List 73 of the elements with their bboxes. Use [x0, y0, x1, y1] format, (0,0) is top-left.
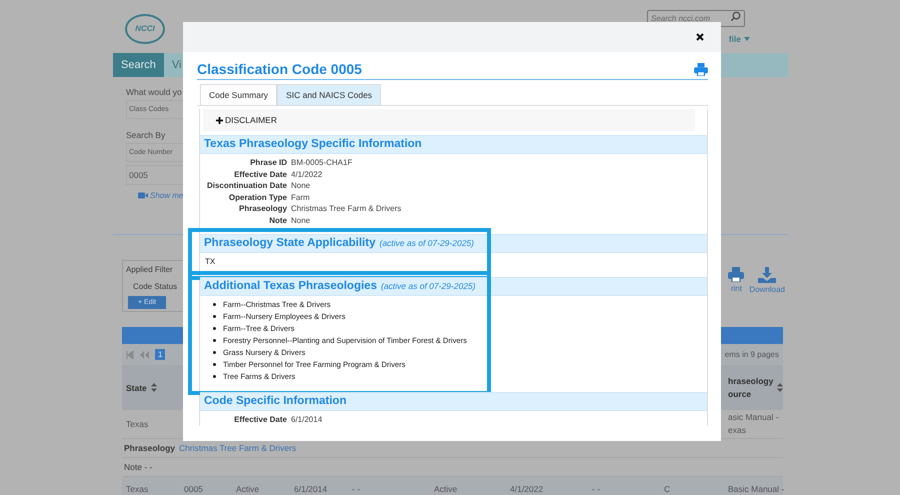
- field-label: Phrase ID: [249, 158, 287, 167]
- table-cell-text: 6/1/2014: [293, 484, 328, 494]
- field-label: Effective Date: [233, 170, 287, 178]
- disclaimer-bar[interactable]: DISCLAIMER: [203, 109, 695, 131]
- state-code: TX: [205, 256, 216, 266]
- section-note: (active as of 07-29-2025): [380, 280, 476, 290]
- field-label: Note: [268, 216, 287, 224]
- field-label: Phraseology: [238, 204, 287, 213]
- table-cell-text: 0005: [183, 484, 204, 494]
- phraseology-link[interactable]: Christmas Tree Farm & Drivers: [179, 443, 296, 453]
- bullet-icon: [213, 362, 216, 366]
- tab[interactable]: Code Summary: [200, 84, 278, 105]
- field-label: Operation Type: [228, 192, 287, 202]
- field-label: Effective Date: [233, 414, 287, 424]
- page-button[interactable]: 1: [155, 349, 166, 360]
- sort-icon[interactable]: [150, 383, 157, 392]
- bullet-icon: [213, 350, 216, 354]
- section-note: (active as of 07-29-2025): [379, 238, 474, 248]
- column-header[interactable]: hraseology ource: [728, 374, 773, 400]
- filter-title: Applied Filter: [125, 264, 173, 274]
- printer-icon[interactable]: [694, 62, 708, 76]
- logo: NCCI: [125, 14, 165, 44]
- table-cell-text: - -: [591, 484, 602, 494]
- section-title: Phraseology State Applicability: [204, 236, 376, 248]
- download-icon[interactable]: [758, 267, 776, 283]
- table-cell-text: - -: [351, 484, 362, 494]
- tab[interactable]: SIC and NAICS Codes: [277, 84, 382, 105]
- field-value: 4/1/2022: [291, 170, 324, 178]
- field-value: Farm: [291, 192, 311, 202]
- video-camera-icon: [138, 192, 148, 199]
- table-cell-text: Texas: [125, 419, 150, 429]
- close-icon[interactable]: [696, 33, 704, 41]
- table-cell-text: C: [663, 484, 672, 494]
- bullet-icon: [213, 326, 216, 330]
- bullet-icon: [213, 338, 216, 342]
- search-field[interactable]: Search ncci.com: [647, 10, 745, 27]
- field-value: 6/1/2014: [291, 414, 324, 424]
- column-header[interactable]: State: [126, 382, 147, 392]
- form-label: What would yo: [126, 87, 182, 97]
- disclaimer-label[interactable]: DISCLAIMER: [225, 115, 277, 125]
- table-cell-text: Active: [235, 484, 260, 494]
- section-title: Code Specific Information: [204, 394, 346, 406]
- search-icon: [730, 11, 741, 22]
- plus-icon: [216, 116, 223, 124]
- filter-label: Code Status: [132, 281, 178, 291]
- note-text: Note - -: [124, 462, 152, 472]
- action-label[interactable]: Download: [749, 285, 785, 294]
- bullet-icon: [213, 314, 216, 318]
- table-cell-text: Texas: [125, 484, 150, 494]
- form-label: Search By: [126, 130, 166, 140]
- table-cell-text: Active: [433, 484, 458, 494]
- bullet-icon: [213, 302, 216, 306]
- sort-icon[interactable]: [777, 383, 783, 392]
- section-title: Texas Phraseology Specific Information: [204, 138, 422, 150]
- modal-title: Classification Code 0005: [197, 61, 362, 77]
- caret-icon: [744, 37, 750, 41]
- field-value: None: [291, 181, 312, 190]
- video-link[interactable]: Show me: [150, 191, 184, 200]
- field-value: Christmas Tree Farm & Drivers: [291, 204, 402, 213]
- bullet-icon: [213, 374, 216, 378]
- profile-menu[interactable]: file: [728, 34, 750, 44]
- section-title: Additional Texas Phraseologies: [204, 280, 377, 292]
- nav-tab[interactable]: Search: [113, 53, 164, 77]
- field-label: Discontinuation Date: [206, 181, 287, 190]
- action-label[interactable]: rint: [730, 284, 742, 293]
- pager-summary: ems in 9 pages: [724, 350, 779, 359]
- field-value: BM-0005-CHA1F: [291, 158, 354, 167]
- table-cell-text: 4/1/2022: [509, 484, 544, 494]
- field-value: None: [291, 216, 312, 224]
- table-cell-text: Basic Manual -: [727, 484, 783, 494]
- printer-icon[interactable]: [728, 267, 744, 282]
- detail-label: Phraseology: [124, 443, 176, 453]
- table-cell-text: asic Manual - exas: [727, 411, 780, 437]
